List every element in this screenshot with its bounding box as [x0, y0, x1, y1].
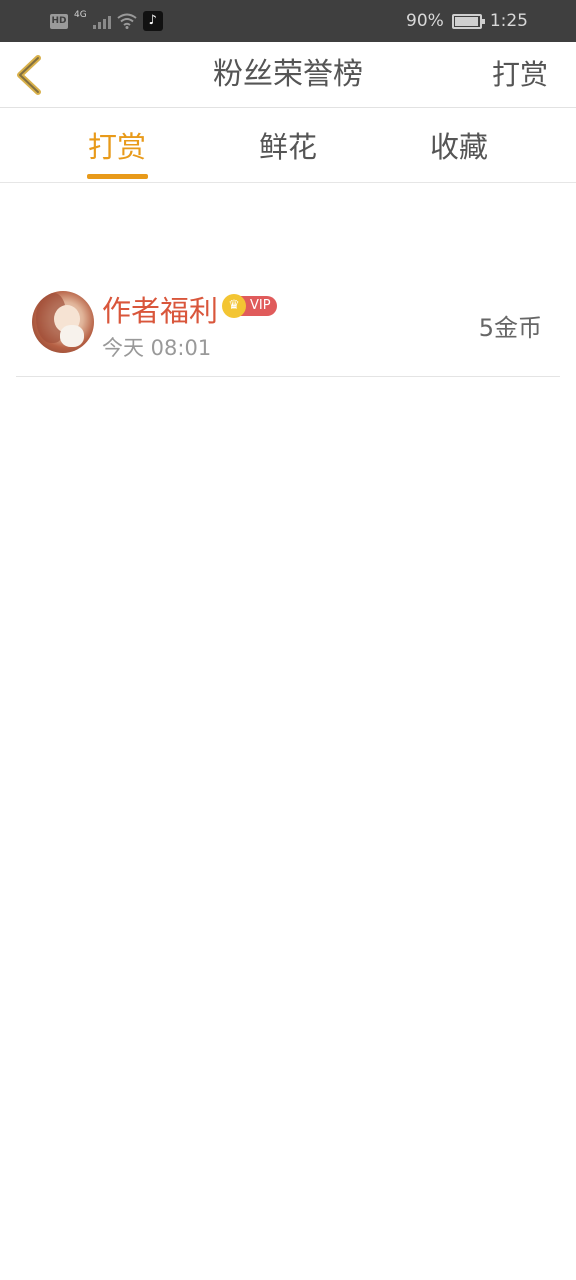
clock: 1:25: [489, 11, 528, 31]
reward-time: 今天 08:01: [102, 336, 212, 360]
tab-flowers[interactable]: 鲜花: [228, 108, 348, 183]
vip-badge: ♛ VIP: [222, 294, 277, 318]
username: 作者福利: [102, 294, 219, 328]
battery-percent: 90%: [406, 11, 444, 31]
status-bar: HD 4G ♪ 90% 1:25: [0, 0, 576, 42]
reward-amount: 5金币: [478, 314, 542, 342]
tab-bar: 打赏 鲜花 收藏: [0, 108, 576, 183]
battery-icon: [451, 13, 485, 29]
tab-favorites[interactable]: 收藏: [399, 108, 519, 183]
active-tab-indicator: [87, 174, 148, 179]
status-right: 90% 1:25: [406, 9, 528, 33]
list-item[interactable]: 作者福利 ♛ VIP 今天 08:01 5金币: [16, 280, 560, 377]
hd-icon: HD: [50, 13, 68, 29]
title-bar: 粉丝荣誉榜 打赏: [0, 42, 576, 108]
page-title: 粉丝荣誉榜: [213, 57, 363, 92]
signal-icon: [92, 13, 111, 29]
avatar[interactable]: [32, 291, 94, 353]
battery-level: [454, 16, 479, 26]
fan-list: 作者福利 ♛ VIP 今天 08:01 5金币: [0, 280, 576, 377]
status-left: HD 4G ♪: [50, 10, 163, 32]
tab-reward[interactable]: 打赏: [57, 108, 177, 183]
tiktok-icon: ♪: [142, 11, 163, 31]
crown-icon: ♛: [222, 294, 246, 318]
reward-action-button[interactable]: 打赏: [492, 42, 548, 108]
network-type: 4G: [74, 10, 87, 20]
wifi-icon: [117, 13, 137, 29]
